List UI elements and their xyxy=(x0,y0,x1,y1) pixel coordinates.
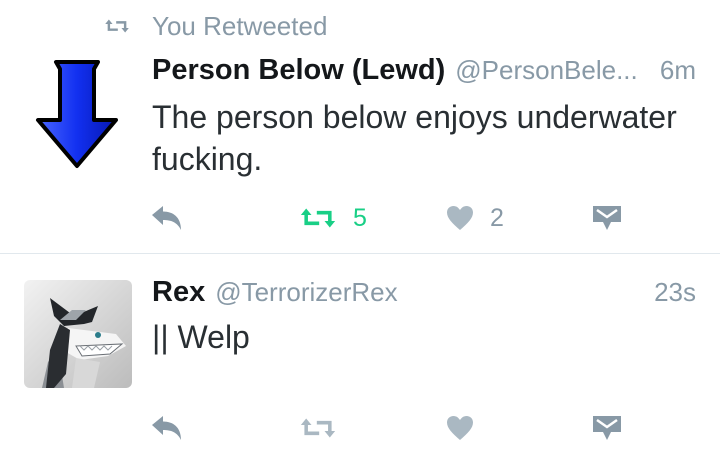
timestamp[interactable]: 6m xyxy=(660,55,696,86)
reply-icon xyxy=(152,416,181,440)
display-name[interactable]: Rex xyxy=(152,276,205,309)
reply-button[interactable] xyxy=(150,198,184,238)
tweet-header: Rex @TerrorizerRex 23s xyxy=(152,276,696,309)
like-button[interactable]: 2 xyxy=(446,198,504,238)
avatar[interactable] xyxy=(24,280,132,388)
direct-message-button[interactable] xyxy=(592,408,622,448)
tweet-header: Person Below (Lewd) @PersonBele... 6m xyxy=(152,54,696,87)
retweet-count: 5 xyxy=(353,203,367,232)
tweet-item[interactable]: You Retweeted Person Below (Lewd) @Perso… xyxy=(0,0,720,253)
blue-down-arrow-avatar[interactable] xyxy=(34,58,120,170)
user-handle[interactable]: @PersonBele... xyxy=(455,55,637,86)
direct-message-icon xyxy=(593,206,621,230)
direct-message-button[interactable] xyxy=(592,198,622,238)
direct-message-icon xyxy=(593,416,621,440)
retweet-icon xyxy=(300,208,336,228)
timestamp[interactable]: 23s xyxy=(654,277,696,308)
user-handle[interactable]: @TerrorizerRex xyxy=(215,277,397,308)
heart-icon xyxy=(447,206,473,230)
tweet-text: The person below enjoys underwater fucki… xyxy=(152,99,677,177)
retweet-context-label: You Retweeted xyxy=(152,10,328,41)
tweet-actions xyxy=(0,408,720,448)
display-name[interactable]: Person Below (Lewd) xyxy=(152,54,445,87)
retweet-button[interactable] xyxy=(299,408,337,448)
like-count: 2 xyxy=(490,203,504,232)
retweet-context: You Retweeted xyxy=(104,10,327,42)
reply-icon xyxy=(152,206,181,230)
tweet-text: || Welp xyxy=(152,319,250,355)
reply-button[interactable] xyxy=(150,408,184,448)
tweet-item[interactable]: Rex @TerrorizerRex 23s || Welp xyxy=(0,254,720,456)
shark-character-avatar xyxy=(24,280,132,388)
heart-icon xyxy=(447,416,473,440)
retweet-icon xyxy=(105,19,129,33)
retweet-button[interactable]: 5 xyxy=(299,198,367,238)
tweet-actions: 5 2 xyxy=(0,198,720,238)
like-button[interactable] xyxy=(446,408,474,448)
retweet-icon xyxy=(300,418,336,438)
